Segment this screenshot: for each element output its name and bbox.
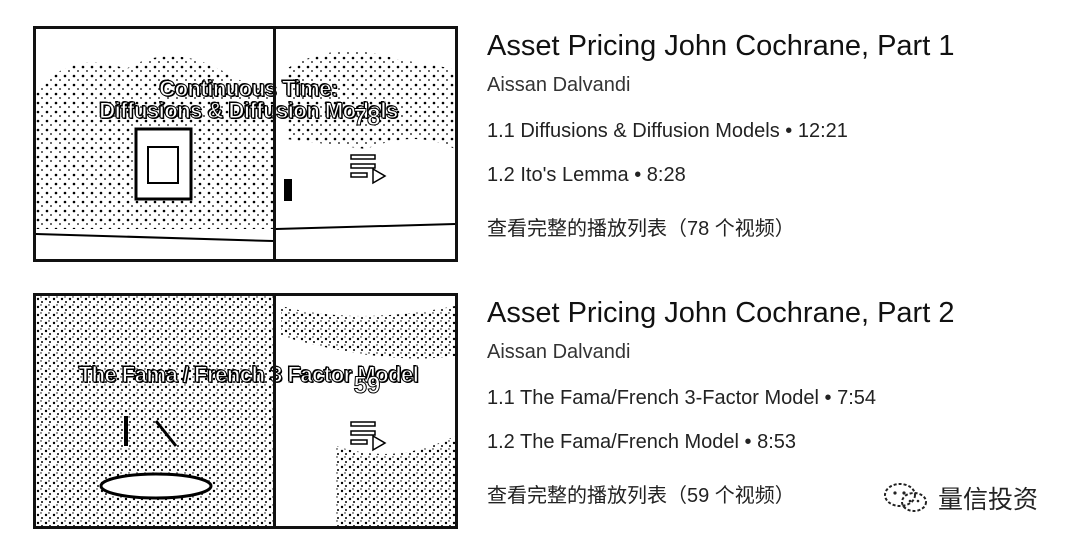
video-list: 1.1 The Fama/French 3-Factor Model • 7:5…	[487, 385, 1057, 473]
channel-name[interactable]: Aissan Dalvandi	[487, 339, 630, 365]
video-item[interactable]: 1.2 Ito's Lemma • 8:28	[487, 162, 1057, 206]
video-item[interactable]: 1.1 The Fama/French 3-Factor Model • 7:5…	[487, 385, 1057, 429]
playlist-title[interactable]: Asset Pricing John Cochrane, Part 1	[487, 26, 1057, 66]
video-list: 1.1 Diffusions & Diffusion Models • 12:2…	[487, 118, 1057, 206]
playlist-count-overlay: 78	[273, 29, 455, 259]
watermark: 量信投资	[882, 480, 1038, 516]
playlist-info: Asset Pricing John Cochrane, Part 1 Aiss…	[487, 26, 1057, 242]
playlist-title[interactable]: Asset Pricing John Cochrane, Part 2	[487, 293, 1057, 333]
video-item[interactable]: 1.1 Diffusions & Diffusion Models • 12:2…	[487, 118, 1057, 162]
playlist-count-overlay: 59	[273, 296, 455, 526]
video-item[interactable]: 1.2 The Fama/French Model • 8:53	[487, 429, 1057, 473]
watermark-text: 量信投资	[938, 486, 1039, 514]
view-full-playlist-link[interactable]: 查看完整的播放列表（78 个视频）	[487, 216, 1057, 242]
playlist-info: Asset Pricing John Cochrane, Part 2 Aiss…	[487, 293, 1057, 509]
playlist-icon	[350, 421, 387, 452]
playlist-thumbnail[interactable]: Continuous Time: Diffusions & Diffusion …	[33, 26, 458, 262]
video-count: 78	[353, 104, 381, 132]
channel-name[interactable]: Aissan Dalvandi	[487, 72, 630, 98]
wechat-icon	[884, 483, 927, 512]
playlist-thumbnail[interactable]: The Fama / French 3 Factor Model 59	[33, 293, 458, 529]
playlist-icon	[350, 154, 387, 185]
playlist-card: Continuous Time: Diffusions & Diffusion …	[0, 0, 1080, 270]
video-count: 59	[353, 372, 381, 400]
